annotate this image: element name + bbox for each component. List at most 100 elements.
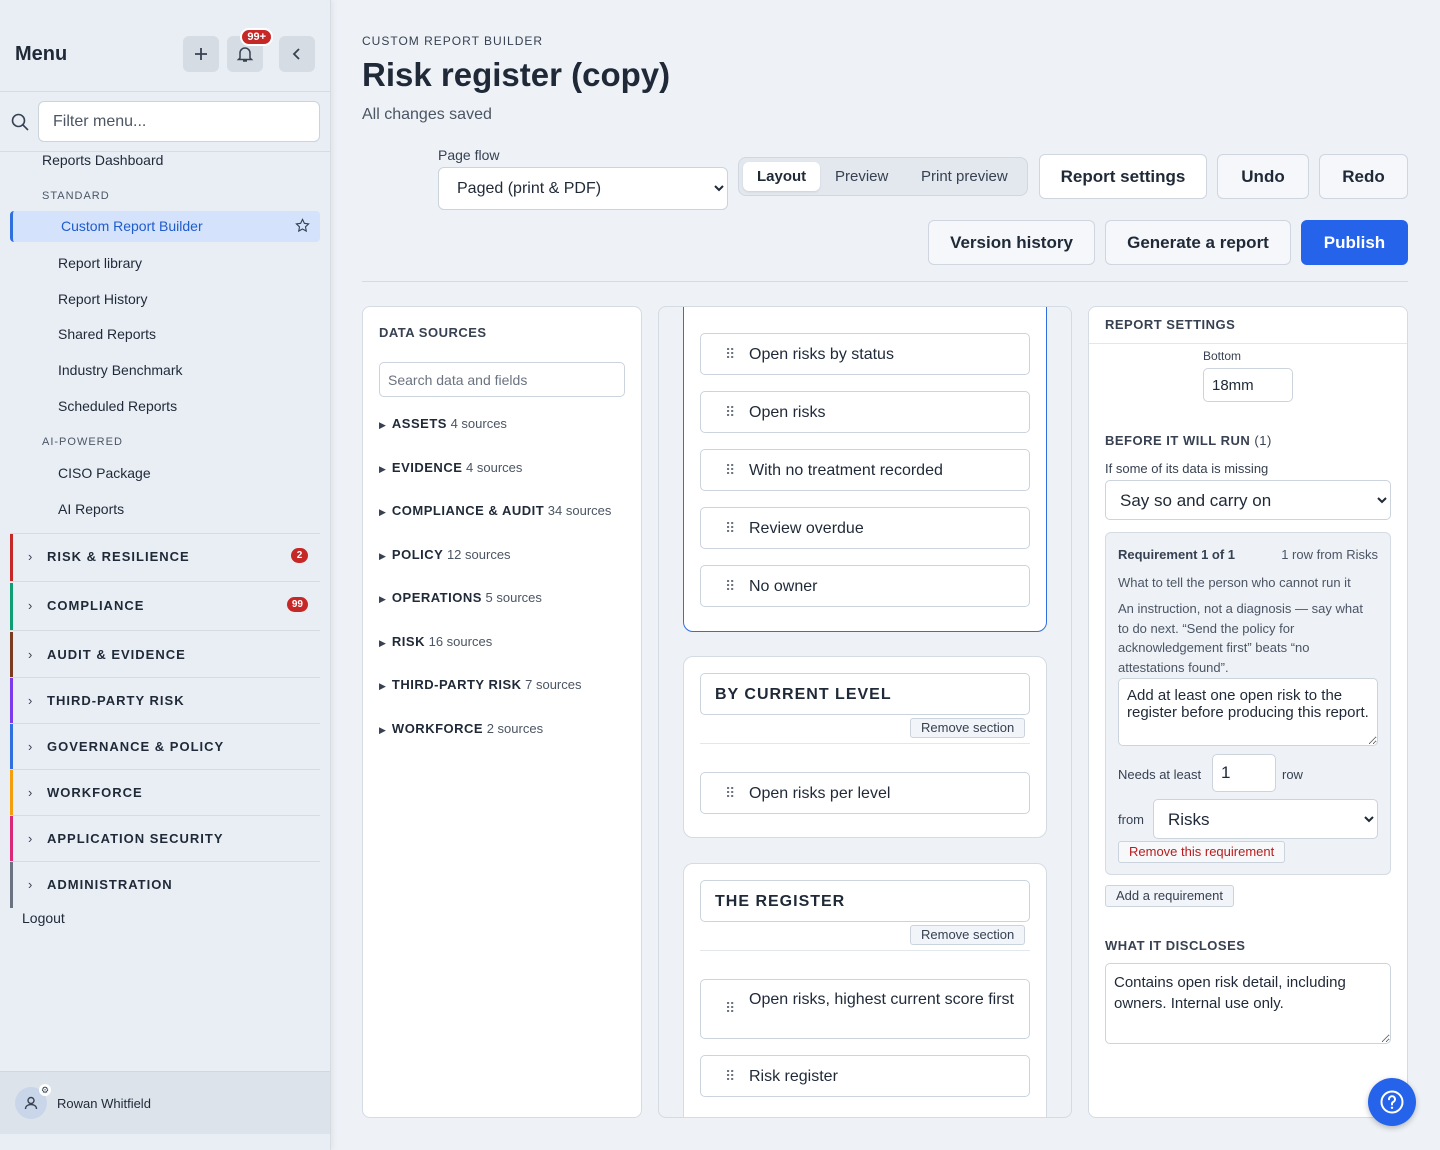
- missing-data-select[interactable]: Say so and carry on: [1105, 480, 1391, 520]
- sidebar-item-scheduled-reports[interactable]: Scheduled Reports: [58, 398, 177, 414]
- requirement-message-textarea[interactable]: Add at least one open risk to the regist…: [1118, 678, 1378, 746]
- category-audit-evidence[interactable]: › AUDIT & EVIDENCE: [10, 632, 320, 678]
- drag-handle-icon[interactable]: ⠿: [725, 1000, 735, 1017]
- category-application-security[interactable]: › APPLICATION SECURITY: [10, 816, 320, 862]
- add-requirement-button[interactable]: Add a requirement: [1105, 885, 1234, 907]
- min-rows-input[interactable]: [1212, 754, 1276, 792]
- data-group-evidence[interactable]: ▶ EVIDENCE 4 sources: [379, 460, 522, 475]
- drag-handle-icon[interactable]: ⠿: [725, 462, 735, 479]
- sidebar-item-report-library[interactable]: Report library: [58, 255, 142, 271]
- remove-requirement-button[interactable]: Remove this requirement: [1118, 841, 1286, 863]
- category-third-party-risk[interactable]: › THIRD-PARTY RISK: [10, 678, 320, 724]
- from-source-select[interactable]: Risks: [1153, 799, 1378, 839]
- remove-section-button[interactable]: Remove section: [910, 925, 1026, 945]
- sidebar-header: Menu 99+: [0, 0, 330, 92]
- tab-layout[interactable]: Layout: [743, 162, 821, 191]
- category-label: GOVERNANCE & POLICY: [47, 739, 225, 754]
- logout-link[interactable]: Logout: [22, 910, 65, 926]
- data-group-risk[interactable]: ▶ RISK 16 sources: [379, 634, 492, 649]
- plus-icon: [195, 48, 207, 60]
- group-count: 34 sources: [547, 503, 612, 518]
- undo-button[interactable]: Undo: [1217, 154, 1309, 199]
- report-block[interactable]: ⠿ Open risks: [700, 391, 1030, 433]
- data-group-third-party-risk[interactable]: ▶ THIRD-PARTY RISK 7 sources: [379, 677, 582, 692]
- section-title-field[interactable]: THE REGISTER: [700, 880, 1030, 922]
- sidebar-item-ai-reports[interactable]: AI Reports: [58, 501, 124, 517]
- discloses-textarea[interactable]: Contains open risk detail, including own…: [1105, 963, 1391, 1044]
- version-history-button[interactable]: Version history: [928, 220, 1095, 265]
- help-button[interactable]: [1368, 1078, 1416, 1126]
- drag-handle-icon[interactable]: ⠿: [725, 346, 735, 363]
- report-block[interactable]: ⠿ No owner: [700, 565, 1030, 607]
- category-administration[interactable]: › ADMINISTRATION: [10, 862, 320, 908]
- drag-handle-icon[interactable]: ⠿: [725, 404, 735, 421]
- collapse-sidebar-button[interactable]: [279, 36, 315, 72]
- section-title-field[interactable]: BY CURRENT LEVEL: [700, 673, 1030, 715]
- chevron-right-icon: ›: [28, 739, 33, 754]
- group-name: POLICY: [391, 547, 444, 562]
- redo-button[interactable]: Redo: [1319, 154, 1408, 199]
- report-block[interactable]: ⠿ Risk register: [700, 1055, 1030, 1097]
- report-block[interactable]: ⠿ With no treatment recorded: [700, 449, 1030, 491]
- sidebar-item-report-history[interactable]: Report History: [58, 291, 147, 307]
- report-block[interactable]: ⠿ Open risks, highest current score first: [700, 979, 1030, 1039]
- view-mode-tabs: Layout Preview Print preview: [738, 157, 1028, 196]
- report-settings-button[interactable]: Report settings: [1039, 154, 1207, 199]
- category-color-bar: [10, 583, 13, 630]
- caret-right-icon: ▶: [379, 551, 386, 561]
- tab-preview[interactable]: Preview: [821, 162, 902, 191]
- report-settings-panel: REPORT SETTINGS Bottom BEFORE IT WILL RU…: [1088, 306, 1408, 1118]
- data-group-policy[interactable]: ▶ POLICY 12 sources: [379, 547, 511, 562]
- notifications-button[interactable]: 99+: [227, 28, 273, 72]
- generate-report-button[interactable]: Generate a report: [1105, 220, 1291, 265]
- category-color-bar: [10, 678, 13, 723]
- divider: [700, 743, 1030, 744]
- data-group-assets[interactable]: ▶ ASSETS 4 sources: [379, 416, 507, 431]
- category-label: RISK & RESILIENCE: [47, 549, 190, 564]
- category-workforce[interactable]: › WORKFORCE: [10, 770, 320, 816]
- drag-handle-icon[interactable]: ⠿: [725, 785, 735, 802]
- data-group-compliance-audit[interactable]: ▶ COMPLIANCE & AUDIT 34 sources: [379, 503, 611, 518]
- drag-handle-icon[interactable]: ⠿: [725, 1068, 735, 1085]
- report-section-selected[interactable]: ⠿ Open risks by status ⠿ Open risks ⠿ With …: [683, 307, 1047, 632]
- save-status: All changes saved: [362, 106, 492, 123]
- data-group-workforce[interactable]: ▶ WORKFORCE 2 sources: [379, 721, 543, 736]
- report-block[interactable]: ⠿ Open risks per level: [700, 772, 1030, 814]
- remove-section-button[interactable]: Remove section: [910, 718, 1026, 738]
- report-section[interactable]: BY CURRENT LEVEL Remove section ⠿ Open ri…: [683, 656, 1047, 838]
- sidebar-item-shared-reports[interactable]: Shared Reports: [58, 326, 156, 342]
- report-block[interactable]: ⠿ Open risks by status: [700, 333, 1030, 375]
- block-title: Open risks: [749, 404, 826, 421]
- caret-right-icon: ▶: [379, 638, 386, 648]
- group-name: COMPLIANCE & AUDIT: [391, 503, 545, 518]
- chevron-right-icon: ›: [28, 693, 33, 708]
- data-group-operations[interactable]: ▶ OPERATIONS 5 sources: [379, 590, 542, 605]
- tab-print-preview[interactable]: Print preview: [907, 162, 1022, 191]
- report-canvas[interactable]: ⠿ Open risks by status ⠿ Open risks ⠿ With …: [658, 306, 1072, 1118]
- add-button[interactable]: [183, 36, 219, 72]
- sidebar-item-ciso-package[interactable]: CISO Package: [58, 465, 151, 481]
- category-risk-resilience[interactable]: › RISK & RESILIENCE 2: [10, 534, 320, 582]
- drag-handle-icon[interactable]: ⠿: [725, 520, 735, 537]
- requirement-source: 1 row from Risks: [1281, 547, 1378, 562]
- category-compliance[interactable]: › COMPLIANCE 99: [10, 583, 320, 631]
- category-governance-policy[interactable]: › GOVERNANCE & POLICY: [10, 724, 320, 770]
- data-sources-search-input[interactable]: [379, 362, 625, 397]
- report-section[interactable]: THE REGISTER Remove section ⠿ Open risks,…: [683, 863, 1047, 1117]
- page-flow-select[interactable]: Paged (print & PDF): [438, 167, 728, 210]
- requirement-card: Requirement 1 of 1 1 row from Risks What…: [1105, 532, 1391, 875]
- bottom-margin-input[interactable]: [1203, 368, 1293, 402]
- star-icon[interactable]: [295, 218, 310, 233]
- avatar[interactable]: ⚙: [15, 1084, 51, 1119]
- block-title: Open risks, highest current score first: [749, 991, 1014, 1008]
- sidebar-item-custom-report-builder[interactable]: Custom Report Builder: [10, 211, 320, 242]
- sidebar-item-industry-benchmark[interactable]: Industry Benchmark: [58, 362, 183, 378]
- user-icon: [24, 1096, 38, 1110]
- user-name: Rowan Whitfield: [57, 1096, 151, 1111]
- filter-menu-input[interactable]: [38, 101, 320, 142]
- publish-button[interactable]: Publish: [1301, 220, 1408, 265]
- user-profile[interactable]: ⚙ Rowan Whitfield: [0, 1071, 330, 1134]
- drag-handle-icon[interactable]: ⠿: [725, 578, 735, 595]
- sidebar-item-reports-dashboard[interactable]: Reports Dashboard: [42, 152, 163, 168]
- report-block[interactable]: ⠿ Review overdue: [700, 507, 1030, 549]
